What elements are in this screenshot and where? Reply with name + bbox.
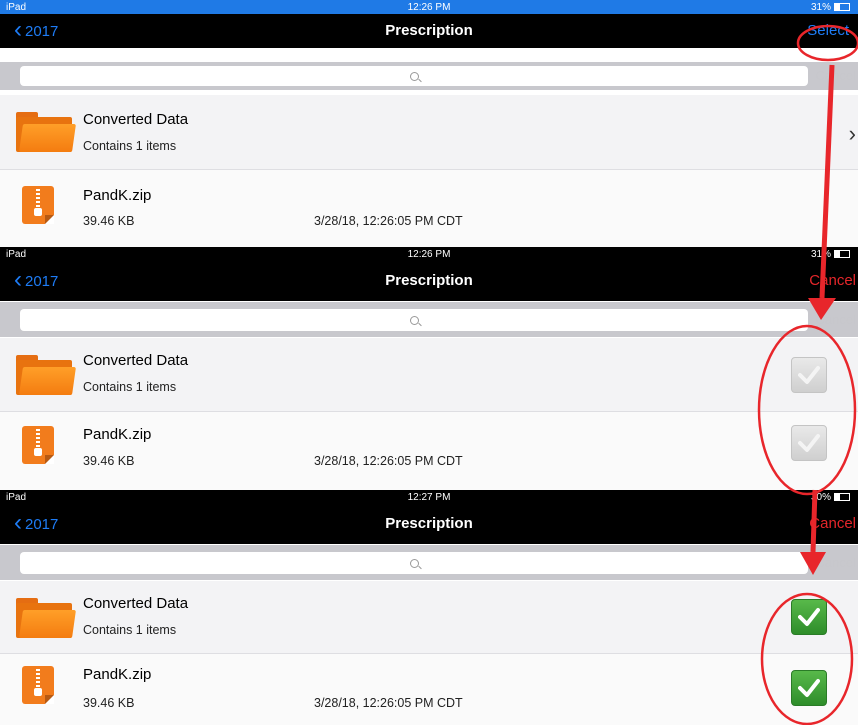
annotation-arrow (810, 489, 818, 553)
arrow-head (800, 552, 826, 575)
annotation-circle (757, 324, 857, 496)
annotation-overlay (757, 24, 858, 725)
arrow-head (808, 298, 836, 320)
annotation-arrow (819, 64, 835, 299)
annotation-circle (760, 592, 854, 725)
annotation-circle (796, 24, 858, 62)
